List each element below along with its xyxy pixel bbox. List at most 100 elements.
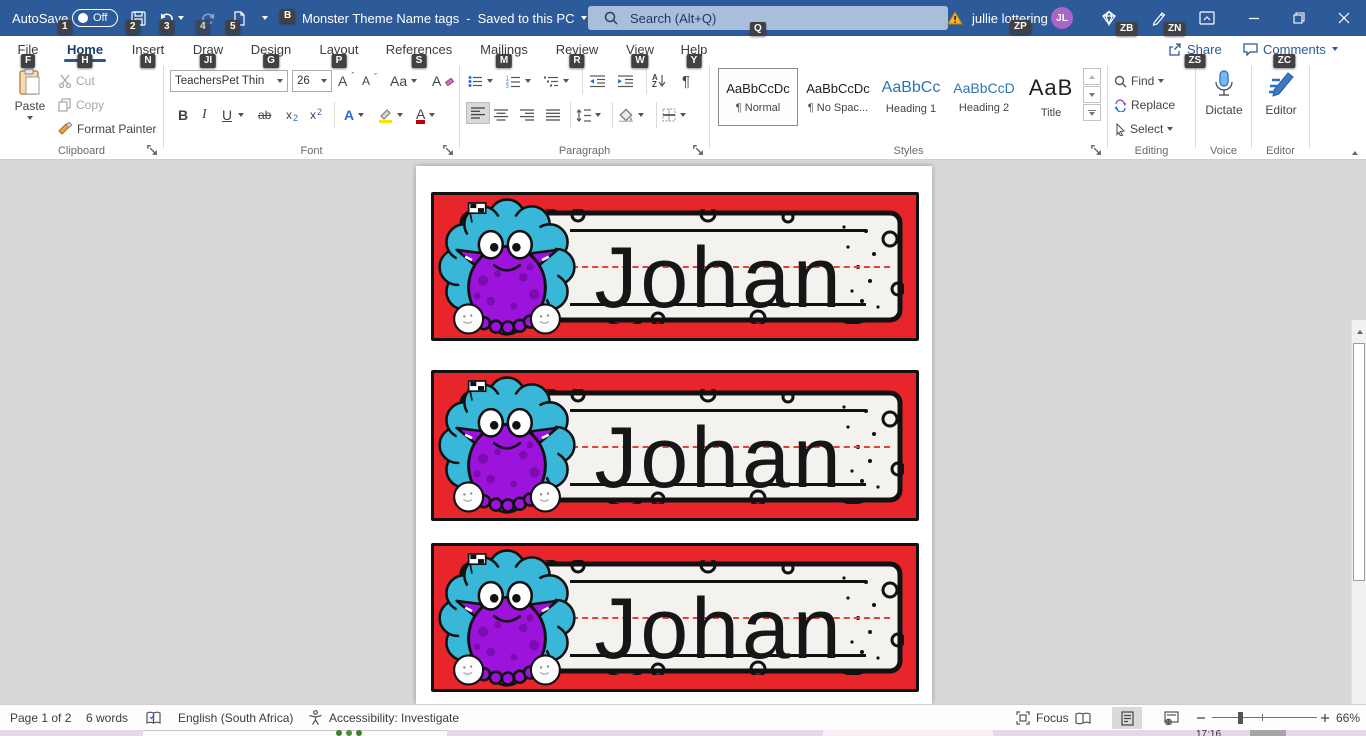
select-button[interactable]: Select [1114,118,1173,140]
dictate-button[interactable]: Dictate [1204,70,1244,117]
student-name[interactable]: Johan [574,235,864,321]
page-indicator[interactable]: Page 1 of 2 [10,705,71,730]
grow-font-button[interactable]: Aˆ [338,70,354,92]
change-case-button[interactable]: Aa [390,70,417,92]
bold-button[interactable]: B [178,104,188,126]
style-no-spacing[interactable]: AaBbCcDc ¶ No Spac... [802,68,874,126]
style-heading1[interactable]: AaBbCc Heading 1 [876,68,946,126]
accessibility-status[interactable]: Accessibility: Investigate [308,705,459,730]
zoom-out-button[interactable] [1196,705,1206,730]
document-page[interactable]: Johan Johan Johan [416,166,932,704]
underline-dropdown[interactable] [238,104,244,126]
font-color-button[interactable]: A [416,104,435,126]
comments-dropdown-button[interactable] [1332,36,1352,62]
word-count[interactable]: 6 words [86,705,128,730]
search-input[interactable]: Search (Alt+Q) [588,6,948,30]
web-layout-button[interactable] [1156,707,1186,729]
chevron-down-icon [1332,47,1338,51]
restore-button[interactable] [1276,0,1321,36]
tab-draw[interactable]: DrawJI [184,36,232,62]
bullets-button[interactable] [468,70,493,92]
numbering-button[interactable]: 123 [506,70,531,92]
close-button[interactable] [1321,0,1366,36]
paragraph-dialog-launcher[interactable] [692,144,704,156]
read-mode-button[interactable] [1068,707,1098,729]
zoom-in-button[interactable] [1320,705,1330,730]
plus-icon [1320,713,1330,723]
subscript-button[interactable]: x2 [286,104,298,126]
language-indicator[interactable]: English (South Africa) [178,705,293,730]
align-left-button[interactable] [466,102,490,124]
increase-indent-button[interactable] [618,70,633,92]
find-button[interactable]: Find [1114,70,1164,92]
notification-warning[interactable] [945,0,965,36]
proofing-status-button[interactable] [146,705,161,730]
avatar[interactable]: JL [1051,7,1073,29]
superscript-button[interactable]: x2 [310,104,322,126]
tab-help[interactable]: HelpY [672,36,716,62]
underline-button[interactable]: U [222,104,232,126]
comments-button[interactable]: Comments ZC [1243,36,1326,62]
line-spacing-button[interactable] [576,104,601,126]
align-right-button[interactable] [520,104,534,126]
zoom-slider-thumb[interactable] [1238,712,1243,724]
document-title[interactable]: Monster Theme Name tags - Saved to this … [302,0,587,36]
share-button[interactable]: Share ZS [1168,36,1222,62]
style-normal[interactable]: AaBbCcDc ¶ Normal [718,68,798,126]
tab-review[interactable]: ReviewR [548,36,606,62]
style-heading2[interactable]: AaBbCcD Heading 2 [948,68,1020,126]
tab-mailings[interactable]: MailingsM [472,36,536,62]
customize-qat-button[interactable] [256,0,274,36]
ribbon-display-options-button[interactable] [1195,0,1219,36]
vertical-scrollbar[interactable] [1351,320,1366,736]
tab-references[interactable]: ReferencesS [378,36,460,62]
justify-button[interactable] [546,104,560,126]
styles-dialog-launcher[interactable] [1090,144,1102,156]
show-formatting-button[interactable]: ¶ [682,70,690,92]
italic-button[interactable]: I [202,104,207,126]
tab-view[interactable]: ViewW [618,36,662,62]
student-name[interactable]: Johan [574,415,864,501]
tab-design[interactable]: DesignG [242,36,300,62]
tab-layout[interactable]: LayoutP [312,36,366,62]
zoom-level[interactable]: 66% [1336,705,1360,730]
styles-scroll-down-button[interactable] [1083,86,1101,103]
shading-button[interactable] [618,104,644,126]
font-size-combobox[interactable]: 26 [292,70,332,92]
clipboard-dialog-launcher[interactable] [146,144,158,156]
tab-insert[interactable]: InsertN [122,36,174,62]
clear-formatting-button[interactable]: A [432,70,454,92]
editor-button[interactable]: Editor [1260,70,1302,117]
style-title[interactable]: AaB Title [1022,68,1080,126]
autosave-toggle[interactable]: Off [72,0,118,36]
minimize-button[interactable] [1231,0,1276,36]
align-center-button[interactable] [494,104,508,126]
sort-button[interactable]: AZ [652,70,666,92]
styles-scroll-up-button[interactable] [1083,68,1101,85]
highlight-button[interactable] [378,104,403,126]
tab-home[interactable]: HomeH [58,36,112,62]
multilevel-list-button[interactable] [544,70,569,92]
focus-mode-button[interactable]: Focus [1016,705,1069,730]
comment-icon [1243,42,1258,56]
shrink-font-button[interactable]: Aˇ [362,70,377,92]
decrease-indent-button[interactable] [590,70,605,92]
taskbar-clock[interactable]: 17:16 [1196,730,1236,736]
print-layout-button[interactable] [1112,707,1142,729]
paste-button[interactable]: Paste [8,68,52,120]
text-effects-button[interactable]: A [344,104,364,126]
scrollbar-thumb[interactable] [1353,343,1365,581]
autosave-state: Off [93,12,107,24]
styles-more-button[interactable] [1083,104,1101,121]
zoom-slider-track[interactable] [1212,717,1317,718]
strikethrough-button[interactable]: ab [258,104,271,126]
font-name-combobox[interactable]: TeachersPet Thin [170,70,288,92]
borders-button[interactable] [662,104,686,126]
keytip-draw: JI [200,54,216,68]
tab-file[interactable]: FileF [10,36,46,62]
font-dialog-launcher[interactable] [442,144,454,156]
replace-button[interactable]: Replace [1114,94,1175,116]
scroll-up-button[interactable] [1353,324,1366,340]
student-name[interactable]: Johan [574,586,864,672]
format-painter-button[interactable]: Format Painter [58,118,156,140]
